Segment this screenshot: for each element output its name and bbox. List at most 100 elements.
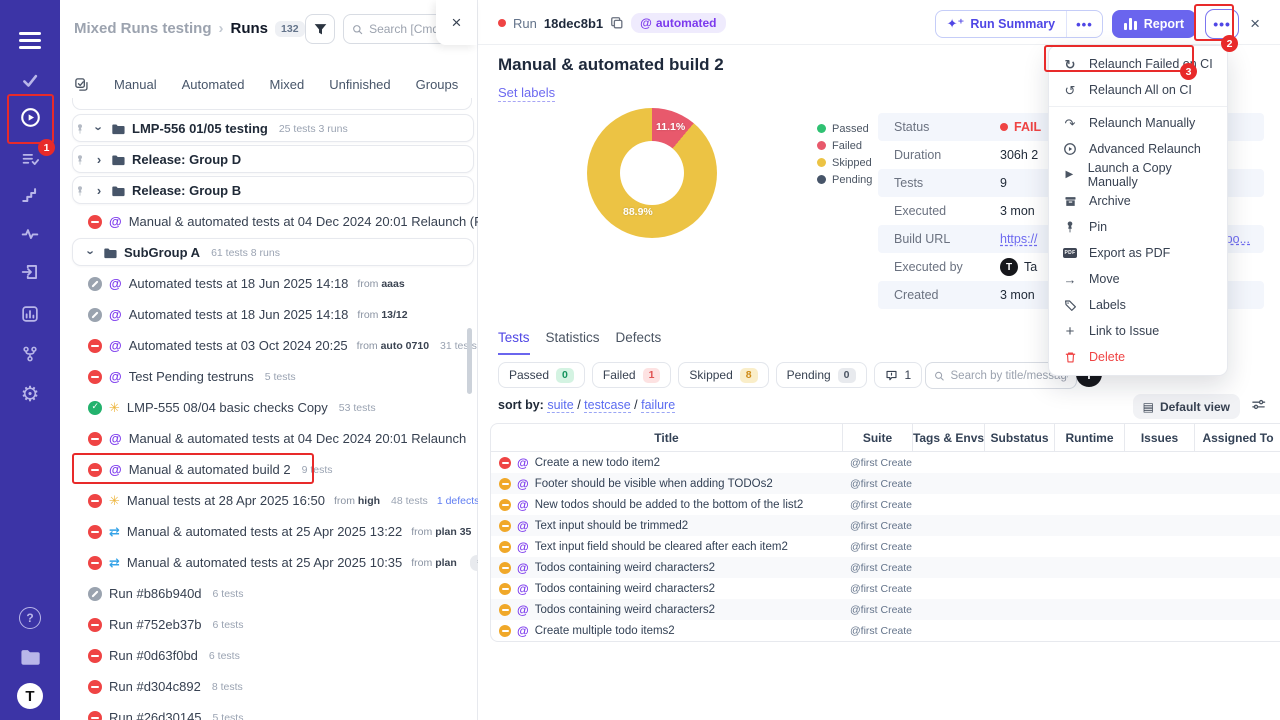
copy-icon[interactable] — [610, 16, 624, 30]
menu-item-move[interactable]: →Move — [1049, 266, 1227, 292]
run-list-item[interactable]: @Manual & automated build 29 tests — [60, 454, 478, 485]
sidebar-item-check[interactable] — [0, 62, 60, 98]
column-settings-icon[interactable] — [1251, 397, 1266, 412]
filter-button[interactable] — [305, 14, 335, 44]
defects-link[interactable]: 1 defects — [437, 495, 478, 507]
set-labels-link[interactable]: Set labels — [498, 85, 555, 102]
sidebar-item-pulse[interactable] — [0, 216, 60, 252]
run-group-row[interactable]: ›Release: Group D — [60, 144, 478, 175]
table-row[interactable]: @Text input field should be cleared afte… — [491, 536, 1280, 557]
column-header-substatus[interactable]: Substatus — [985, 424, 1055, 451]
run-summary-more-button[interactable]: ••• — [1066, 11, 1102, 37]
menu-item-advanced-relaunch[interactable]: Advanced Relaunch — [1049, 136, 1227, 162]
runs-tab-groups[interactable]: Groups — [416, 77, 459, 92]
tab-statistics[interactable]: Statistics — [546, 330, 600, 355]
close-detail-icon[interactable]: × — [1250, 14, 1260, 34]
run-summary-button[interactable]: ✦⁺ Run Summary — [936, 16, 1067, 32]
table-row[interactable]: @Text input should be trimmed2@first Cre… — [491, 515, 1280, 536]
run-list-item[interactable]: Run #26d301455 tests — [60, 702, 478, 720]
tab-defects[interactable]: Defects — [616, 330, 662, 355]
menu-item-relaunch-manually[interactable]: ↷Relaunch Manually — [1049, 110, 1227, 136]
sidebar-item-steps[interactable] — [0, 177, 60, 213]
column-header-runtime[interactable]: Runtime — [1055, 424, 1125, 451]
runs-tab-automated[interactable]: Automated — [182, 77, 245, 92]
menu-item-relaunch-failed-on-ci[interactable]: ↻Relaunch Failed on CI — [1049, 51, 1227, 77]
column-header-tags-envs[interactable]: Tags & Envs — [913, 424, 985, 451]
menu-item-relaunch-all-on-ci[interactable]: ↺Relaunch All on CI — [1049, 77, 1227, 103]
runs-list-scrollbar[interactable] — [467, 328, 472, 394]
run-list-item[interactable]: Run #d304c8928 tests — [60, 671, 478, 702]
run-list-item[interactable]: ✳Manual tests at 28 Apr 2025 16:50from h… — [60, 485, 478, 516]
sidebar-item-sign-in[interactable] — [0, 254, 60, 290]
build-url-link[interactable]: https:// — [1000, 232, 1038, 246]
run-list-item[interactable]: @Automated tests at 18 Jun 2025 14:18fro… — [60, 299, 478, 330]
build-url-link-tail[interactable]: po... — [1226, 232, 1250, 246]
run-list-item[interactable]: Run #752eb37b6 tests — [60, 609, 478, 640]
run-list-item[interactable]: @Manual & automated tests at 04 Dec 2024… — [60, 423, 478, 454]
sidebar-item-bar-chart[interactable] — [0, 296, 60, 332]
run-list-item[interactable]: ⇄Manual & automated tests at 25 Apr 2025… — [60, 516, 478, 547]
run-list-item[interactable]: Run #b86b940d6 tests — [60, 578, 478, 609]
run-more-actions-button[interactable]: ••• — [1205, 9, 1239, 39]
runs-tab-mixed[interactable]: Mixed — [270, 77, 305, 92]
sort-by-suite[interactable]: suite — [547, 398, 573, 413]
report-button[interactable]: Report — [1112, 10, 1196, 38]
table-row[interactable]: @New todos should be added to the bottom… — [491, 494, 1280, 515]
run-list-item[interactable]: @Manual & automated tests at 04 Dec 2024… — [60, 206, 478, 237]
chip-failed[interactable]: Failed1 — [592, 362, 672, 388]
run-group-row[interactable]: ›LMP-556 01/05 testing25 tests 3 runs — [60, 113, 478, 144]
run-list-item[interactable]: @Automated tests at 03 Oct 2024 20:25fro… — [60, 330, 478, 361]
menu-item-labels[interactable]: Labels — [1049, 292, 1227, 318]
run-group-row[interactable]: ›SubGroup A61 tests 8 runs — [60, 237, 478, 268]
comments-chip[interactable]: 1 — [874, 362, 923, 388]
select-all-icon[interactable] — [74, 77, 89, 92]
chevron-right-icon[interactable]: › — [94, 152, 104, 167]
column-header-assigned-to[interactable]: Assigned To — [1195, 424, 1280, 451]
table-row[interactable]: @Todos containing weird characters2@firs… — [491, 578, 1280, 599]
menu-item-link-to-issue[interactable]: +Link to Issue — [1049, 318, 1227, 344]
close-panel-button[interactable]: × — [436, 0, 477, 45]
sidebar-item-play-circle[interactable] — [0, 99, 60, 135]
menu-item-launch-a-copy-manually[interactable]: ▶Launch a Copy Manually — [1049, 162, 1227, 188]
chevron-right-icon[interactable]: › — [94, 183, 104, 198]
column-header-issues[interactable]: Issues — [1125, 424, 1195, 451]
sidebar-item-list-check[interactable] — [0, 141, 60, 177]
sort-by-failure[interactable]: failure — [641, 398, 675, 413]
table-row[interactable]: @Create multiple todo items2@first Creat… — [491, 620, 1280, 641]
runs-tab-manual[interactable]: Manual — [114, 77, 157, 92]
view-selector-button[interactable]: ▤ Default view — [1133, 394, 1240, 419]
run-list-item[interactable]: @Automated tests at 18 Jun 2025 14:18fro… — [60, 268, 478, 299]
run-list-item[interactable]: Run #0d63f0bd6 tests — [60, 640, 478, 671]
run-list-item[interactable]: @Test Pending testruns5 tests — [60, 361, 478, 392]
run-list-item[interactable]: ⇄Manual & automated tests at 25 Apr 2025… — [60, 547, 478, 578]
sidebar-item-branch[interactable] — [0, 336, 60, 372]
column-header-suite[interactable]: Suite — [843, 424, 913, 451]
chip-pending[interactable]: Pending0 — [776, 362, 867, 388]
chip-passed[interactable]: Passed0 — [498, 362, 585, 388]
breadcrumb-project[interactable]: Mixed Runs testing — [74, 20, 212, 37]
table-row[interactable]: @Create a new todo item2@first Create ..… — [491, 452, 1280, 473]
menu-item-export-as-pdf[interactable]: PDFExport as PDF — [1049, 240, 1227, 266]
chevron-down-icon[interactable]: › — [84, 248, 99, 258]
sidebar-item-folder[interactable] — [0, 639, 60, 675]
table-row[interactable]: @Footer should be visible when adding TO… — [491, 473, 1280, 494]
sidebar-item-menu[interactable] — [0, 22, 60, 58]
chevron-down-icon[interactable]: › — [92, 124, 107, 134]
sort-by-testcase[interactable]: testcase — [584, 398, 631, 413]
automated-type-badge[interactable]: @ automated — [631, 13, 725, 33]
sidebar-item-help[interactable]: ? — [0, 600, 60, 636]
runs-tab-unfinished[interactable]: Unfinished — [329, 77, 390, 92]
column-header-title[interactable]: Title — [491, 424, 843, 451]
run-list-item[interactable]: ✳LMP-555 08/04 basic checks Copy53 tests — [60, 392, 478, 423]
chip-skipped[interactable]: Skipped8 — [678, 362, 768, 388]
sidebar-item-avatar[interactable]: T — [0, 678, 60, 714]
menu-item-pin[interactable]: Pin — [1049, 214, 1227, 240]
run-group-row[interactable]: ›Release: Group B — [60, 175, 478, 206]
table-row[interactable]: @Todos containing weird characters2@firs… — [491, 557, 1280, 578]
tab-tests[interactable]: Tests — [498, 330, 530, 355]
menu-item-delete[interactable]: Delete — [1049, 344, 1227, 370]
breadcrumb-page[interactable]: Runs — [231, 20, 269, 37]
table-row[interactable]: @Todos containing weird characters2@firs… — [491, 599, 1280, 620]
menu-item-archive[interactable]: Archive — [1049, 188, 1227, 214]
sidebar-item-gear[interactable]: ⚙ — [0, 376, 60, 412]
